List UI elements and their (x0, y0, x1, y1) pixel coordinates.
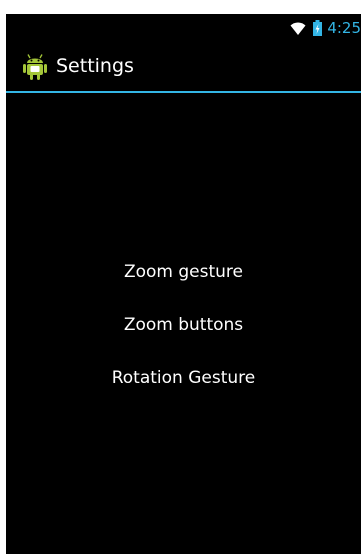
menu-item-rotation-gesture[interactable]: Rotation Gesture (6, 351, 361, 404)
device-screen: 4:25 Settings Zoom gesture Zoom buttons … (6, 14, 361, 554)
status-bar: 4:25 (6, 14, 361, 40)
status-icons: 4:25 (289, 18, 361, 38)
settings-menu: Zoom gesture Zoom buttons Rotation Gestu… (6, 245, 361, 404)
wifi-icon (290, 22, 306, 35)
menu-item-zoom-gesture[interactable]: Zoom gesture (6, 245, 361, 298)
action-bar: Settings (6, 40, 361, 91)
battery-icon (313, 20, 323, 36)
action-bar-title: Settings (56, 54, 134, 77)
menu-item-zoom-buttons[interactable]: Zoom buttons (6, 298, 361, 351)
android-icon[interactable] (22, 51, 48, 81)
action-bar-divider (6, 91, 361, 93)
status-clock: 4:25 (327, 19, 361, 37)
